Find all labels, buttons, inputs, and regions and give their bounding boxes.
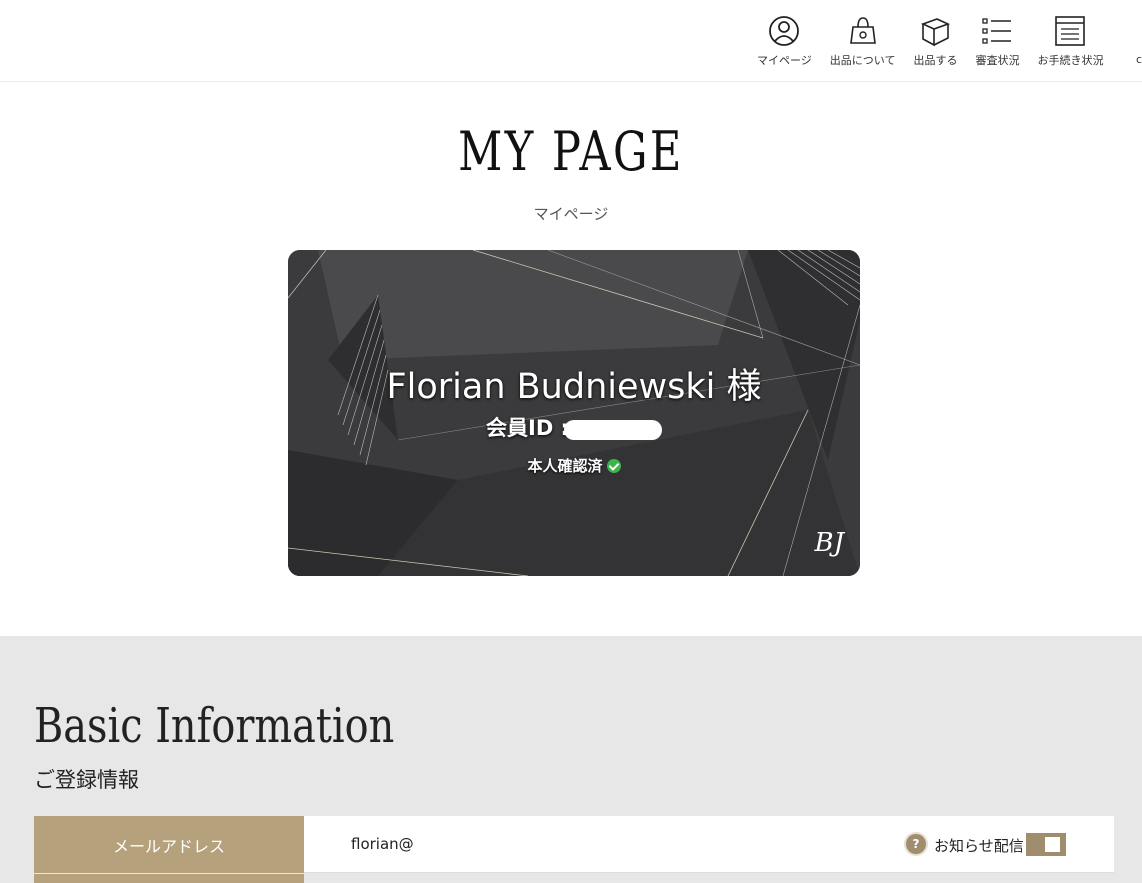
document-list-icon bbox=[1055, 16, 1086, 46]
verification-status: 本人確認済 bbox=[288, 455, 860, 476]
member-id-label: 会員ID : bbox=[486, 416, 569, 440]
site-header: マイページ 出品について 出品する 審査状況 お手続き状況 c bbox=[0, 0, 1142, 82]
card-background-pattern bbox=[288, 250, 860, 576]
member-id-redaction bbox=[564, 420, 662, 440]
page-subtitle: マイページ bbox=[533, 205, 609, 223]
nav-mypage-label: マイページ bbox=[757, 54, 812, 67]
brand-logo: BJ bbox=[814, 528, 844, 558]
list-icon bbox=[982, 18, 1012, 44]
member-card: Florian Budniewski 様 会員ID : 本人確認済 BJ bbox=[288, 250, 860, 576]
member-name: Florian Budniewski 様 bbox=[386, 367, 762, 407]
section-title: Basic Information bbox=[34, 698, 395, 754]
next-row-label bbox=[34, 874, 304, 883]
email-value: florian@ bbox=[351, 835, 414, 853]
nav-procedure-status-label: お手続き状況 bbox=[1037, 54, 1104, 67]
nav-list-item-label: 出品する bbox=[913, 54, 958, 67]
nav-mypage[interactable]: マイページ bbox=[757, 14, 812, 68]
email-label: メールアドレス bbox=[34, 816, 304, 873]
notification-label: お知らせ配信 bbox=[934, 837, 1024, 855]
nav-procedure-status[interactable]: お手続き状況 bbox=[1037, 14, 1103, 68]
section-subtitle: ご登録情報 bbox=[34, 768, 139, 792]
user-circle-icon bbox=[769, 16, 800, 46]
nav-list-item[interactable]: 出品する bbox=[913, 14, 957, 68]
nav-about-listing-label: 出品について bbox=[829, 54, 896, 67]
nav-review-status[interactable]: 審査状況 bbox=[975, 14, 1019, 68]
nav-review-status-label: 審査状況 bbox=[975, 54, 1020, 67]
box-icon bbox=[921, 18, 951, 47]
verification-label: 本人確認済 bbox=[527, 457, 603, 475]
header-nav: マイページ 出品について 出品する 審査状況 お手続き状況 bbox=[757, 14, 1121, 68]
check-icon bbox=[606, 459, 621, 473]
nav-about-listing[interactable]: 出品について bbox=[829, 14, 896, 68]
page-title: MY PAGE bbox=[458, 120, 684, 183]
nav-overflow-item[interactable]: c bbox=[1136, 53, 1142, 66]
toggle-knob bbox=[1045, 837, 1060, 852]
basic-information-section: Basic Information ご登録情報 メールアドレス florian@… bbox=[0, 636, 1142, 883]
notification-toggle[interactable] bbox=[1026, 833, 1066, 856]
bag-icon bbox=[849, 17, 876, 44]
help-icon[interactable]: ? bbox=[906, 834, 926, 854]
email-row: メールアドレス florian@ ? お知らせ配信 bbox=[34, 816, 1114, 873]
